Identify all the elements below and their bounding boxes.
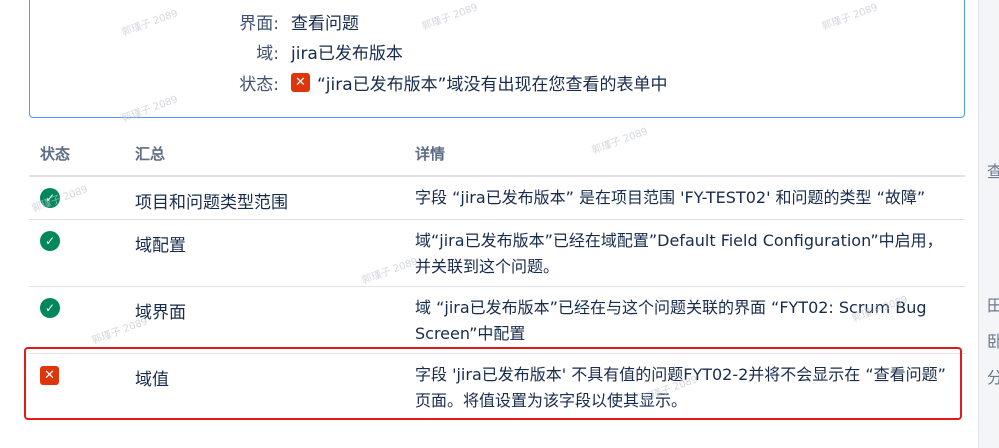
row-summary: 项目和问题类型范围 — [135, 193, 288, 213]
status-value-wrap: ✕ “jira已发布版本”域没有出现在您查看的表单中 — [291, 70, 667, 95]
table-row: ✓ 项目和问题类型范围 字段 “jira已发布版本” 是在项目范围 'FY-TE… — [29, 177, 965, 220]
field-help-dialog: 界面: 查看问题 域: jira已发布版本 状态: ✕ “jira已发布版本”域… — [0, 0, 978, 448]
row-summary: 域值 — [135, 370, 169, 390]
watermark: 郭瑾子 2089 — [590, 126, 650, 157]
status-label: 状态: — [239, 74, 279, 95]
table-row: ✓ 域界面 域 “jira已发布版本”已经在与这个问题关联的界面 “FYT02:… — [29, 287, 965, 354]
table-row: ✕ 域值 字段 'jira已发布版本' 不具有值的问题FYT02-2并将不会显示… — [29, 354, 965, 424]
background-text: 田 — [987, 292, 999, 316]
error-x-icon: ✕ — [40, 366, 59, 385]
screen-row: 界面: 查看问题 — [30, 7, 359, 35]
background-text: 卧 — [987, 328, 999, 352]
background-text: 查 — [987, 158, 999, 182]
screen-value: 查看问题 — [291, 13, 359, 34]
field-row: 域: jira已发布版本 — [30, 37, 403, 65]
column-header-status: 状态 — [40, 145, 71, 163]
row-details: 域“jira已发布版本”已经在域配置”Default Field Configu… — [415, 231, 943, 276]
check-circle-icon: ✓ — [40, 298, 60, 318]
table-row: ✓ 域配置 域“jira已发布版本”已经在域配置”Default Field C… — [29, 220, 965, 287]
field-label: 域: — [256, 43, 279, 64]
background-page-edge: 查 田 卧 分 — [978, 0, 999, 448]
status-message: “jira已发布版本”域没有出现在您查看的表单中 — [317, 74, 668, 95]
column-header-details: 详情 — [415, 145, 446, 163]
status-row: 状态: ✕ “jira已发布版本”域没有出现在您查看的表单中 — [30, 68, 667, 96]
background-text: 分 — [987, 364, 999, 388]
error-x-icon: ✕ — [291, 72, 310, 92]
field-value: jira已发布版本 — [291, 43, 403, 64]
check-circle-icon: ✓ — [40, 231, 60, 251]
row-summary: 域配置 — [135, 236, 186, 256]
row-details: 字段 “jira已发布版本” 是在项目范围 'FY-TEST02' 和问题的类型… — [415, 188, 926, 207]
column-header-summary: 汇总 — [135, 145, 166, 163]
